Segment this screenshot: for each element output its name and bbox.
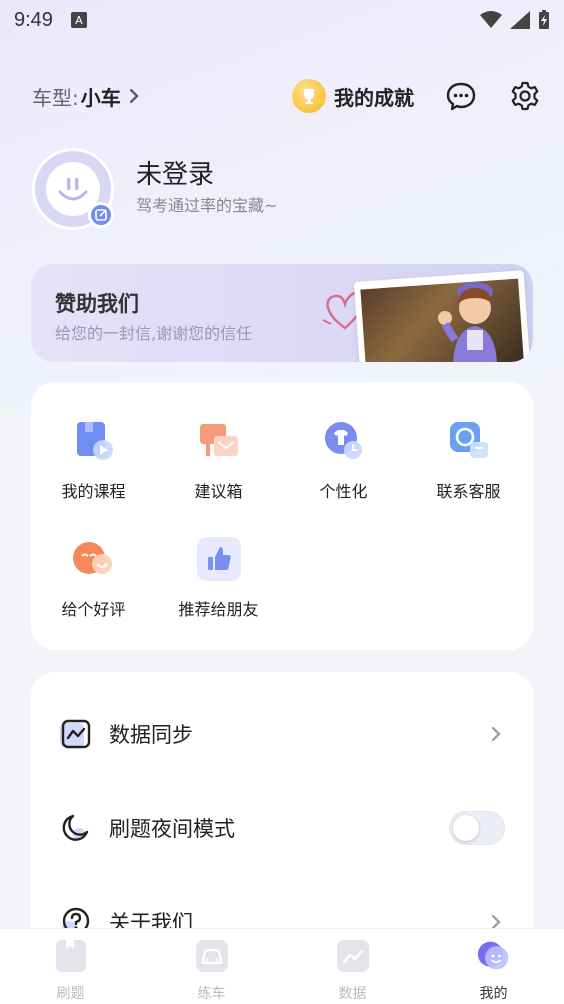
thumbs-up-icon — [196, 536, 242, 582]
night-mode-toggle[interactable] — [449, 811, 505, 845]
tab-label: 练车 — [197, 986, 226, 1002]
grid-item-my-courses[interactable]: 我的课程 — [31, 418, 156, 508]
practice-icon — [54, 939, 88, 973]
tab-label: 数据 — [338, 986, 367, 1002]
achievement-button[interactable]: 我的成就 — [292, 79, 414, 113]
login-status[interactable]: 未登录 — [136, 154, 214, 191]
message-icon[interactable] — [444, 79, 478, 113]
notification-badge: A — [70, 12, 87, 28]
status-time: 9:49 — [14, 8, 53, 31]
grid-item-suggestion-box[interactable]: 建议箱 — [156, 418, 281, 508]
settings-gear-icon[interactable] — [508, 79, 542, 113]
list-label: 刷题夜间模式 — [109, 817, 235, 841]
profile-subtitle: 驾考通过率的宝藏~ — [136, 196, 278, 215]
grid-item-customer-service[interactable]: 联系客服 — [406, 418, 531, 508]
car-type-value: 小车 — [80, 85, 121, 110]
chevron-right-icon — [129, 88, 139, 104]
grid-label: 推荐给朋友 — [178, 600, 259, 619]
sponsor-subtitle: 给您的一封信,谢谢您的信任 — [55, 324, 253, 343]
grid-item-rate-us[interactable]: 给个好评 — [31, 536, 156, 626]
car-icon — [195, 939, 229, 973]
car-type-selector[interactable]: 车型: 小车 — [32, 82, 139, 111]
profile-section[interactable]: 未登录 驾考通过率的宝藏~ — [32, 148, 532, 238]
status-icons — [480, 10, 550, 30]
moon-icon — [59, 812, 91, 844]
top-header: 车型: 小车 我的成就 — [32, 76, 542, 116]
bottom-tab-bar: 刷题 练车 数据 我的 — [0, 928, 564, 1004]
achievement-label: 我的成就 — [334, 85, 414, 110]
battery-icon — [539, 10, 549, 29]
grid-label: 给个好评 — [61, 600, 126, 619]
sponsor-banner[interactable]: 赞助我们 给您的一封信,谢谢您的信任 — [31, 264, 533, 362]
grid-label: 我的课程 — [61, 482, 126, 501]
course-icon — [71, 418, 117, 464]
tab-label: 我的 — [479, 986, 508, 1002]
tab-data[interactable]: 数据 — [282, 929, 423, 1004]
wifi-icon — [480, 11, 502, 28]
trophy-icon — [292, 79, 326, 113]
grid-label: 个性化 — [319, 482, 368, 501]
list-item-night-mode: 刷题夜间模式 — [31, 798, 533, 858]
tab-practice[interactable]: 刷题 — [0, 929, 141, 1004]
grid-label: 联系客服 — [436, 482, 501, 501]
sponsor-title: 赞助我们 — [55, 292, 139, 316]
edit-avatar-icon[interactable] — [88, 202, 114, 228]
service-icon — [446, 418, 492, 464]
personalize-icon — [321, 418, 367, 464]
feature-grid-card: 我的课程 建议箱 个性化 联系客服 给个好评 推荐给朋友 — [31, 382, 533, 650]
signal-icon — [510, 11, 530, 29]
status-bar: 9:49 A — [0, 0, 564, 40]
settings-list-card: 数据同步 刷题夜间模式 关于我们 — [31, 672, 533, 972]
sync-icon — [59, 718, 91, 750]
grid-item-personalize[interactable]: 个性化 — [281, 418, 406, 508]
car-type-label: 车型: — [32, 85, 79, 110]
rate-icon — [71, 536, 117, 582]
grid-item-recommend-friend[interactable]: 推荐给朋友 — [156, 536, 281, 626]
suggestion-icon — [196, 418, 242, 464]
mascot-girl-image — [438, 282, 497, 362]
list-item-data-sync[interactable]: 数据同步 — [31, 704, 533, 764]
chevron-right-icon — [491, 726, 501, 742]
tab-profile[interactable]: 我的 — [423, 929, 564, 1004]
tab-car-practice[interactable]: 练车 — [141, 929, 282, 1004]
tab-label: 刷题 — [56, 986, 85, 1002]
list-label: 数据同步 — [109, 723, 193, 747]
chart-icon — [336, 939, 370, 973]
profile-icon — [477, 939, 511, 973]
grid-label: 建议箱 — [194, 482, 243, 501]
